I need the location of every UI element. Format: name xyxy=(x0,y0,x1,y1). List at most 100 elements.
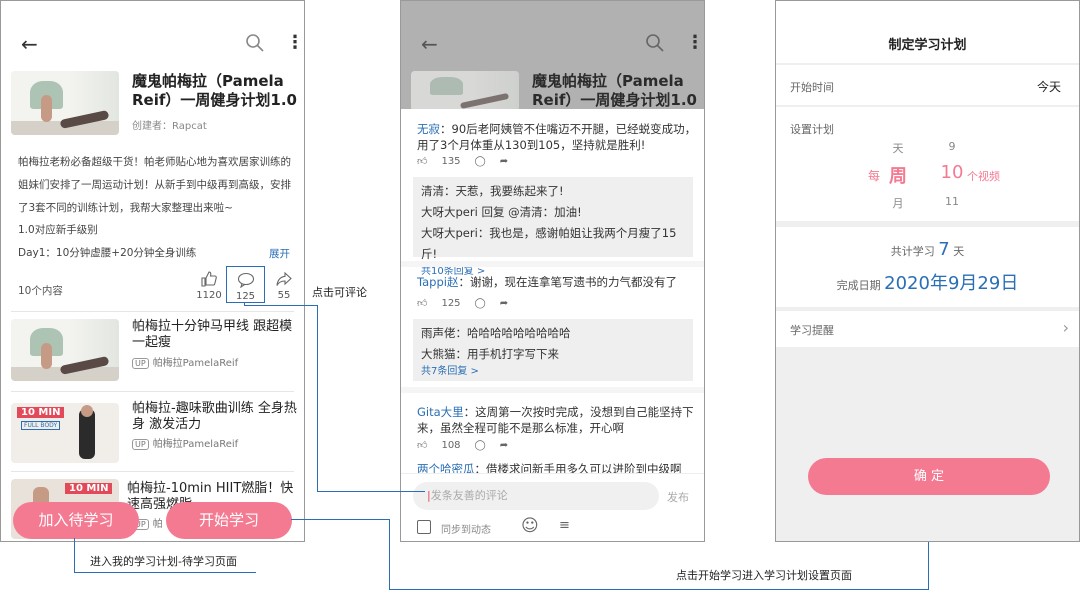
content-count: 10个内容 xyxy=(18,285,63,297)
thumb-up-icon[interactable]: 👍︎ xyxy=(417,297,427,309)
picker-option[interactable]: 月 xyxy=(888,195,908,211)
sync-checkbox[interactable] xyxy=(417,520,431,534)
every-label: 每 xyxy=(868,169,881,183)
day1-text: Day1：10分钟虚腰+20分钟全身训练 xyxy=(18,247,197,259)
search-icon[interactable] xyxy=(645,33,665,53)
picker-option[interactable]: 天 xyxy=(888,140,908,156)
comment-actions: 👍︎ 135 ◯ ➦ xyxy=(417,155,508,168)
finish-date-value: 2020年9月29日 xyxy=(884,273,1019,294)
chevron-right-icon: › xyxy=(1062,318,1069,337)
connector xyxy=(317,491,425,492)
reply-user[interactable]: 大呀大peri xyxy=(421,205,478,219)
reply-text: ：加油! xyxy=(542,205,582,219)
search-icon[interactable] xyxy=(245,33,265,53)
thumb-tag: 10 MIN xyxy=(17,407,65,418)
share-icon[interactable]: ➦ xyxy=(500,156,508,167)
comment-bubble-icon[interactable]: ◯ xyxy=(475,298,486,309)
reply-user[interactable]: 大呀大peri xyxy=(421,226,478,240)
desc-line-4: 1.0对应新手级别 xyxy=(18,224,98,236)
connector xyxy=(74,572,256,573)
comment-user[interactable]: Gita大里 xyxy=(417,405,464,419)
more-icon[interactable]: ⋮ xyxy=(686,33,704,53)
comment-user[interactable]: 无寂 xyxy=(417,122,440,136)
connector xyxy=(389,589,929,590)
header: 制定学习计划 xyxy=(776,1,1079,63)
video-title-2[interactable]: 帕梅拉-趣味歌曲训练 全身热身 激发活力 xyxy=(132,401,302,433)
reminder-row[interactable]: 学习提醒 › xyxy=(776,311,1079,347)
connector xyxy=(291,519,390,520)
comments-screen: ← ⋮ 魔鬼帕梅拉（Pamela Reif）一周健身计划1.0 无寂：90后老阿… xyxy=(400,0,705,542)
dimmed-header: ← ⋮ 魔鬼帕梅拉（Pamela Reif）一周健身计划1.0 xyxy=(401,1,704,111)
total-days: 共计学习 7 天 xyxy=(776,239,1079,260)
course-cover xyxy=(11,71,119,135)
annotation-start-to-plan: 点击开始学习进入学习计划设置页面 xyxy=(676,569,852,582)
back-arrow-icon[interactable]: ← xyxy=(21,34,38,54)
video-title-1[interactable]: 帕梅拉十分钟马甲线 跟超模一起瘦 xyxy=(132,319,302,351)
reply-text: 回复 xyxy=(477,205,509,219)
like-count: 108 xyxy=(441,439,461,451)
thumb-tag: 10 MIN xyxy=(65,483,113,494)
comment-panel: 无寂：90后老阿姨管不住嘴迈不开腿，已经蜕变成功，用了3个月体重从130到105… xyxy=(401,109,704,541)
picker-selected[interactable]: 周 xyxy=(886,162,910,188)
more-icon[interactable]: ⋮ xyxy=(286,33,304,53)
plan-picker[interactable]: 设置计划 天 每 周 月 9 10 个视频 11 xyxy=(776,107,1079,221)
desc-line-1: 帕梅拉老粉必备超级干货！帕老师贴心地为喜欢居家训练的 xyxy=(18,156,291,168)
reply: 大呀大peri：我也是，感谢帕姐让我两个月瘦了15斤! xyxy=(421,223,685,265)
reminder-label: 学习提醒 xyxy=(790,324,834,337)
comment-bubble-icon[interactable]: ◯ xyxy=(475,156,486,167)
comment-text: ：谢谢，现在连拿笔写遗书的力气都没有了 xyxy=(458,275,677,289)
top-bar: ← ⋮ xyxy=(1,1,304,63)
start-time-value: 今天 xyxy=(1036,80,1061,94)
creator-text: 创建者：Rapcat xyxy=(132,121,207,132)
comment-bubble-icon xyxy=(237,272,254,289)
publish-button[interactable]: 发布 xyxy=(667,489,689,505)
thumb-up-icon[interactable]: 👍︎ xyxy=(417,155,427,167)
text-search-icon[interactable]: ≡ xyxy=(559,518,570,533)
plan-settings-screen: 制定学习计划 开始时间 今天 设置计划 天 每 周 月 9 10 个视频 11 … xyxy=(775,0,1080,542)
confirm-button[interactable]: 确 定 xyxy=(808,458,1050,495)
desc-line-2: 姐妹们安排了一周运动计划！从新手到中级再到高级，安排 xyxy=(18,179,291,191)
share-stat[interactable]: 55 xyxy=(269,271,299,301)
up-badge: UP xyxy=(132,358,149,369)
video-author-2: UP 帕梅拉PamelaReif xyxy=(132,435,238,450)
emoji-icon[interactable]: ☺ xyxy=(521,516,539,536)
comment-actions: 👍︎ 125 ◯ ➦ xyxy=(417,297,508,310)
picker-selected[interactable]: 10 xyxy=(939,162,965,183)
back-arrow-icon[interactable]: ← xyxy=(421,34,438,54)
comment-count: 125 xyxy=(235,291,256,302)
expand-link[interactable]: 展开 xyxy=(269,246,290,261)
video-thumb-2[interactable]: 10 MIN FULL BODY xyxy=(11,403,119,463)
finish-label: 完成日期 xyxy=(836,279,881,292)
picker-option[interactable]: 11 xyxy=(942,195,962,208)
comment-stat[interactable]: 125 xyxy=(226,266,265,303)
reply: 雨声佬：哈哈哈哈哈哈哈哈哈 xyxy=(421,323,685,344)
divider xyxy=(11,311,294,312)
start-time-row[interactable]: 开始时间 今天 xyxy=(776,65,1079,105)
like-count: 1120 xyxy=(196,290,222,301)
comment-bubble-icon[interactable]: ◯ xyxy=(475,440,486,451)
more-replies-link[interactable]: 共7条回复 > xyxy=(421,365,685,379)
picker-option[interactable]: 9 xyxy=(942,140,962,153)
thumb-up-icon[interactable]: 👍︎ xyxy=(417,439,427,451)
like-stat[interactable]: 1120 xyxy=(194,271,224,301)
comment-user[interactable]: Tappi赵 xyxy=(417,275,458,289)
reply-user[interactable]: 清清 xyxy=(421,184,444,198)
reply-target[interactable]: @清清 xyxy=(508,205,543,219)
connector xyxy=(74,538,75,572)
share-icon[interactable]: ➦ xyxy=(500,298,508,309)
author-name: 帕梅拉PamelaReif xyxy=(152,439,239,450)
comment-input[interactable]: |发条友善的评论 xyxy=(413,482,659,510)
course-title: 魔鬼帕梅拉（Pamela Reif）一周健身计划1.0 xyxy=(532,72,697,109)
add-to-list-button[interactable]: 加入待学习 xyxy=(13,502,139,539)
share-icon[interactable]: ➦ xyxy=(500,440,508,451)
video-thumb-1[interactable] xyxy=(11,319,119,381)
page-title: 制定学习计划 xyxy=(888,38,967,53)
reply-user[interactable]: 大熊猫 xyxy=(421,347,456,361)
reply-user[interactable]: 雨声佬 xyxy=(421,326,456,340)
reply-text: ：天惹，我要练起来了! xyxy=(444,184,564,198)
share-count: 55 xyxy=(277,290,291,301)
divider xyxy=(11,391,294,392)
start-learning-button[interactable]: 开始学习 xyxy=(166,502,292,539)
total-unit: 天 xyxy=(953,245,965,258)
input-placeholder: 发条友善的评论 xyxy=(430,489,508,502)
